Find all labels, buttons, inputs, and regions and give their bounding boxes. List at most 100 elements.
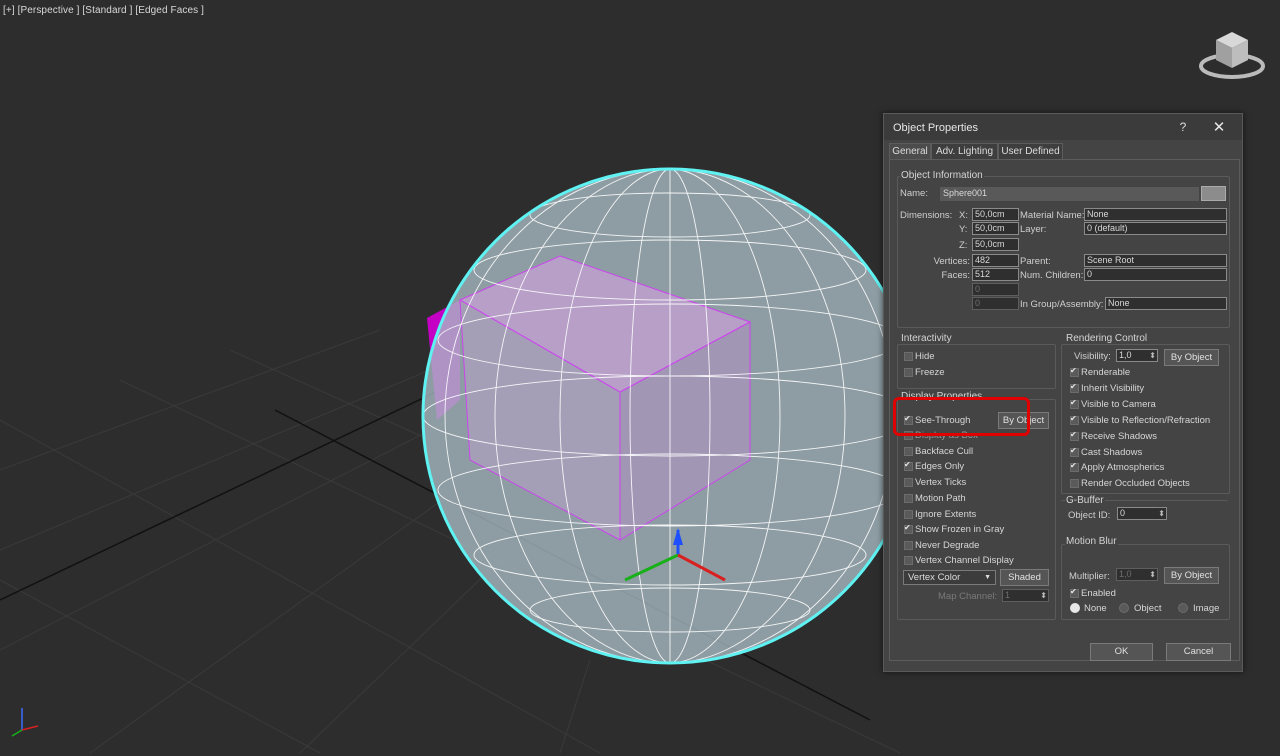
motion-path-label: Motion Path bbox=[915, 493, 966, 504]
never-degrade-label: Never Degrade bbox=[915, 540, 980, 551]
parent-field: Scene Root bbox=[1084, 254, 1227, 267]
faces-field: 512 bbox=[972, 268, 1019, 281]
visibility-label: Visibility: bbox=[1074, 351, 1111, 362]
dialog-titlebar[interactable]: Object Properties ? ✕ bbox=[884, 114, 1242, 140]
freeze-label: Freeze bbox=[915, 367, 945, 378]
shaded-button[interactable]: Shaded bbox=[1000, 569, 1049, 586]
apply-atmospherics-label: Apply Atmospherics bbox=[1081, 462, 1165, 473]
vertex-channel-checkbox[interactable] bbox=[904, 556, 913, 565]
multiplier-spinner[interactable]: 1,0 bbox=[1116, 568, 1158, 581]
renderable-checkbox[interactable] bbox=[1070, 366, 1079, 377]
blank-field-1: 0 bbox=[972, 283, 1019, 296]
visibility-spinner[interactable]: 1,0 bbox=[1116, 349, 1158, 362]
renderable-label: Renderable bbox=[1081, 367, 1131, 378]
image-label: Image bbox=[1193, 603, 1220, 614]
layer-field: 0 (default) bbox=[1084, 222, 1227, 235]
object-radio[interactable] bbox=[1119, 603, 1129, 613]
z-label: Z: bbox=[959, 240, 968, 251]
material-field: None bbox=[1084, 208, 1227, 221]
vertex-channel-label: Vertex Channel Display bbox=[915, 555, 1014, 566]
dimensions-label: Dimensions: bbox=[900, 210, 953, 221]
name-field[interactable]: Sphere001 bbox=[940, 187, 1199, 201]
inherit-visibility-label: Inherit Visibility bbox=[1081, 383, 1145, 394]
children-label: Num. Children: bbox=[1020, 270, 1084, 281]
hide-label: Hide bbox=[915, 351, 935, 362]
close-icon[interactable]: ✕ bbox=[1211, 118, 1227, 136]
enabled-checkbox[interactable] bbox=[1070, 587, 1079, 598]
render-occluded-label: Render Occluded Objects bbox=[1081, 478, 1190, 489]
help-button[interactable]: ? bbox=[1176, 120, 1190, 134]
receive-shadows-label: Receive Shadows bbox=[1081, 431, 1158, 442]
cancel-button[interactable]: Cancel bbox=[1166, 643, 1231, 661]
vertices-label: Vertices: bbox=[933, 256, 970, 267]
motion-path-checkbox[interactable] bbox=[904, 494, 913, 503]
ignore-extents-label: Ignore Extents bbox=[915, 509, 977, 520]
inherit-visibility-checkbox[interactable] bbox=[1070, 382, 1079, 393]
dim-x-field: 50,0cm bbox=[972, 208, 1019, 221]
multiplier-label: Multiplier: bbox=[1069, 571, 1110, 582]
parent-label: Parent: bbox=[1020, 256, 1051, 267]
visible-camera-checkbox[interactable] bbox=[1070, 398, 1079, 409]
tab-general[interactable]: General bbox=[889, 143, 931, 160]
dim-y-field: 50,0cm bbox=[972, 222, 1019, 235]
vertices-field: 482 bbox=[972, 254, 1019, 267]
object-id-spinner[interactable]: 0 bbox=[1117, 507, 1167, 520]
edges-only-checkbox[interactable] bbox=[904, 460, 913, 471]
group-label: In Group/Assembly: bbox=[1020, 299, 1104, 310]
map-channel-label: Map Channel: bbox=[938, 591, 998, 602]
vertex-color-dropdown[interactable]: Vertex Color ▼ bbox=[903, 570, 996, 585]
viewcube-icon[interactable] bbox=[1198, 26, 1266, 82]
map-channel-spinner[interactable]: 1 bbox=[1002, 589, 1049, 602]
y-label: Y: bbox=[959, 224, 968, 235]
motion-blur-by-object-button[interactable]: By Object bbox=[1164, 567, 1219, 584]
rendering-by-object-button[interactable]: By Object bbox=[1164, 349, 1219, 366]
freeze-checkbox[interactable] bbox=[904, 368, 913, 377]
vertex-ticks-checkbox[interactable] bbox=[904, 478, 913, 487]
image-radio[interactable] bbox=[1178, 603, 1188, 613]
viewport-label[interactable]: [+] [Perspective ] [Standard ] [Edged Fa… bbox=[3, 5, 204, 16]
vertex-ticks-label: Vertex Ticks bbox=[915, 477, 967, 488]
ignore-extents-checkbox[interactable] bbox=[904, 510, 913, 519]
rendering-control-title: Rendering Control bbox=[1065, 333, 1149, 344]
children-field: 0 bbox=[1084, 268, 1227, 281]
cast-shadows-checkbox[interactable] bbox=[1070, 446, 1079, 457]
render-occluded-checkbox[interactable] bbox=[1070, 479, 1079, 488]
ok-button[interactable]: OK bbox=[1090, 643, 1153, 661]
dim-z-field: 50,0cm bbox=[972, 238, 1019, 251]
visible-reflection-label: Visible to Reflection/Refraction bbox=[1081, 415, 1211, 426]
layer-label: Layer: bbox=[1020, 224, 1047, 235]
edges-only-label: Edges Only bbox=[915, 461, 965, 472]
visible-camera-label: Visible to Camera bbox=[1081, 399, 1156, 410]
axis-tripod-icon bbox=[11, 708, 39, 737]
object-properties-dialog: Object Properties ? ✕ General Adv. Light… bbox=[883, 113, 1243, 672]
faces-label: Faces: bbox=[941, 270, 970, 281]
motion-blur-title: Motion Blur bbox=[1065, 536, 1118, 547]
x-label: X: bbox=[959, 210, 968, 221]
none-label: None bbox=[1084, 603, 1107, 614]
dialog-title: Object Properties bbox=[893, 122, 978, 134]
gbuffer-title: G-Buffer bbox=[1065, 495, 1105, 506]
object-label: Object bbox=[1134, 603, 1162, 614]
chevron-down-icon: ▼ bbox=[984, 574, 991, 581]
object-color-swatch[interactable] bbox=[1201, 186, 1226, 201]
receive-shadows-checkbox[interactable] bbox=[1070, 430, 1079, 441]
backface-label: Backface Cull bbox=[915, 446, 974, 457]
cast-shadows-label: Cast Shadows bbox=[1081, 447, 1143, 458]
never-degrade-checkbox[interactable] bbox=[904, 541, 913, 550]
tab-user-defined[interactable]: User Defined bbox=[998, 143, 1063, 160]
apply-atmospherics-checkbox[interactable] bbox=[1070, 461, 1079, 472]
material-label: Material Name: bbox=[1020, 210, 1085, 221]
none-radio[interactable] bbox=[1070, 603, 1080, 613]
group-field: None bbox=[1105, 297, 1227, 310]
visible-reflection-checkbox[interactable] bbox=[1070, 414, 1079, 425]
hide-checkbox[interactable] bbox=[904, 352, 913, 361]
object-info-title: Object Information bbox=[900, 170, 984, 181]
backface-checkbox[interactable] bbox=[904, 447, 913, 456]
interactivity-title: Interactivity bbox=[900, 333, 953, 344]
blank-field-2: 0 bbox=[972, 297, 1019, 310]
tab-adv-lighting[interactable]: Adv. Lighting bbox=[931, 143, 998, 160]
show-frozen-checkbox[interactable] bbox=[904, 523, 913, 534]
see-through-highlight bbox=[893, 397, 1030, 436]
enabled-label: Enabled bbox=[1081, 588, 1116, 599]
object-id-label: Object ID: bbox=[1068, 510, 1111, 521]
